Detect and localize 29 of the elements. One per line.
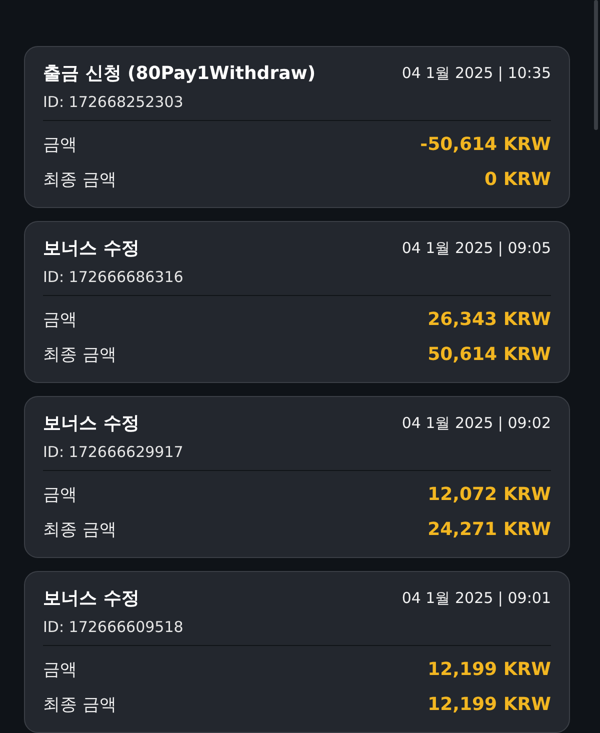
amount-label: 최종 금액 — [43, 344, 116, 366]
amount-label: 금액 — [43, 309, 77, 331]
amount-value: -50,614 KRW — [420, 134, 551, 155]
amount-value: 12,199 KRW — [428, 694, 551, 715]
transaction-id: ID: 172666609518 — [43, 618, 184, 636]
transaction-date: 04 1월 2025 | 09:05 — [402, 238, 551, 258]
amount-label: 최종 금액 — [43, 519, 116, 541]
transaction-id: ID: 172666686316 — [43, 268, 184, 286]
transaction-date: 04 1월 2025 | 09:01 — [402, 588, 551, 608]
amount-value: 50,614 KRW — [428, 344, 551, 365]
transaction-title: 출금 신청 (80Pay1Withdraw) — [43, 62, 316, 85]
transaction-date: 04 1월 2025 | 10:35 — [402, 64, 551, 82]
amount-value: 0 KRW — [484, 169, 551, 190]
amount-label: 금액 — [43, 659, 77, 681]
amount-label: 최종 금액 — [43, 694, 116, 716]
amount-value: 12,199 KRW — [428, 659, 551, 680]
amount-value: 26,343 KRW — [428, 309, 551, 330]
transaction-title: 보너스 수정 — [43, 587, 140, 610]
amount-value: 24,271 KRW — [428, 519, 551, 540]
transaction-title: 보너스 수정 — [43, 412, 140, 435]
amount-label: 금액 — [43, 134, 77, 156]
transaction-id: ID: 172668252303 — [43, 93, 184, 111]
amount-value: 12,072 KRW — [428, 484, 551, 505]
transaction-id: ID: 172666629917 — [43, 443, 184, 461]
scrollbar-thumb[interactable] — [594, 0, 598, 130]
amount-label: 최종 금액 — [43, 169, 116, 191]
amount-label: 금액 — [43, 484, 77, 506]
transaction-title: 보너스 수정 — [43, 237, 140, 260]
transaction-date: 04 1월 2025 | 09:02 — [402, 414, 551, 432]
